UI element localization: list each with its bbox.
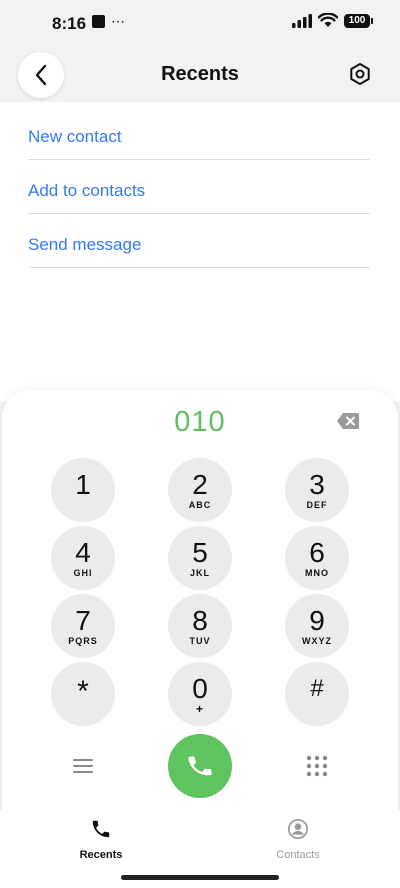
- key-4[interactable]: 4 GHI: [51, 526, 115, 590]
- key-3[interactable]: 3 DEF: [285, 458, 349, 522]
- key-7[interactable]: 7 PQRS: [51, 594, 115, 658]
- tab-recents[interactable]: Recents: [41, 818, 161, 861]
- key-digit: 1: [75, 468, 91, 500]
- key-letters: +: [195, 701, 204, 716]
- key-9[interactable]: 9 WXYZ: [285, 594, 349, 658]
- phone-icon: [188, 756, 212, 776]
- battery-indicator: 100: [344, 13, 373, 28]
- backspace-button[interactable]: [336, 412, 360, 430]
- key-letters: ABC: [188, 499, 212, 510]
- key-digit: 6: [309, 536, 325, 568]
- key-hash[interactable]: #: [285, 662, 349, 726]
- key-6[interactable]: 6 MNO: [285, 526, 349, 590]
- key-5[interactable]: 5 JKL: [168, 526, 232, 590]
- key-letters: JKL: [189, 567, 210, 578]
- key-digit: *: [77, 674, 89, 708]
- send-message-label: Send message: [28, 235, 142, 254]
- key-2[interactable]: 2 ABC: [168, 458, 232, 522]
- send-message-link[interactable]: Send message: [28, 214, 370, 268]
- menu-icon: [73, 759, 93, 773]
- person-circle-icon: [288, 819, 308, 839]
- hexagon-settings-icon: [350, 63, 370, 85]
- key-letters: WXYZ: [302, 635, 332, 646]
- key-digit: 5: [192, 536, 208, 568]
- status-bar: 8:16 ⋯ 100: [0, 0, 400, 46]
- key-digit: 0: [192, 672, 208, 704]
- key-0[interactable]: 0 +: [168, 662, 232, 726]
- status-notification-icons: ⋯: [92, 13, 126, 29]
- add-to-contacts-label: Add to contacts: [28, 181, 146, 200]
- add-to-contacts-link[interactable]: Add to contacts: [28, 160, 370, 214]
- wifi-icon: [318, 13, 338, 27]
- tab-contacts[interactable]: Contacts: [238, 818, 358, 861]
- signal-icon: [292, 13, 312, 28]
- key-letters: TUV: [189, 635, 211, 646]
- key-digit: 2: [192, 468, 208, 500]
- home-indicator: [121, 875, 279, 880]
- key-digit: 8: [192, 604, 208, 636]
- key-digit: 4: [75, 536, 91, 568]
- new-contact-link[interactable]: New contact: [28, 106, 370, 160]
- page-title: Recents: [161, 63, 239, 85]
- key-digit: 3: [309, 468, 325, 500]
- actions-list: New contact Add to contacts Send message: [0, 102, 400, 402]
- key-digit: 7: [75, 604, 91, 636]
- key-letters: DEF: [306, 499, 328, 510]
- notification-square-icon: [92, 15, 105, 28]
- key-1[interactable]: 1: [51, 458, 115, 522]
- key-8[interactable]: 8 TUV: [168, 594, 232, 658]
- key-star[interactable]: *: [51, 662, 115, 726]
- key-digit: 9: [309, 604, 325, 636]
- call-button[interactable]: [168, 734, 232, 798]
- header: Recents: [0, 46, 400, 102]
- status-right-icons: 100: [292, 13, 373, 28]
- tab-contacts-label: Contacts: [276, 849, 320, 861]
- menu-button[interactable]: [72, 756, 94, 776]
- status-time: 8:16: [52, 14, 87, 33]
- backspace-icon: [337, 413, 359, 429]
- key-digit: #: [310, 674, 324, 702]
- settings-button[interactable]: [346, 60, 374, 88]
- phone-icon: [92, 820, 110, 838]
- key-letters: GHI: [73, 567, 93, 578]
- key-letters: PQRS: [68, 635, 98, 646]
- more-notifications-icon: ⋯: [111, 13, 126, 29]
- new-contact-label: New contact: [28, 127, 122, 146]
- keypad-toggle-button[interactable]: [305, 754, 329, 778]
- key-letters: MNO: [305, 567, 329, 578]
- tab-recents-label: Recents: [79, 849, 123, 861]
- keypad-grid-icon: [306, 755, 328, 777]
